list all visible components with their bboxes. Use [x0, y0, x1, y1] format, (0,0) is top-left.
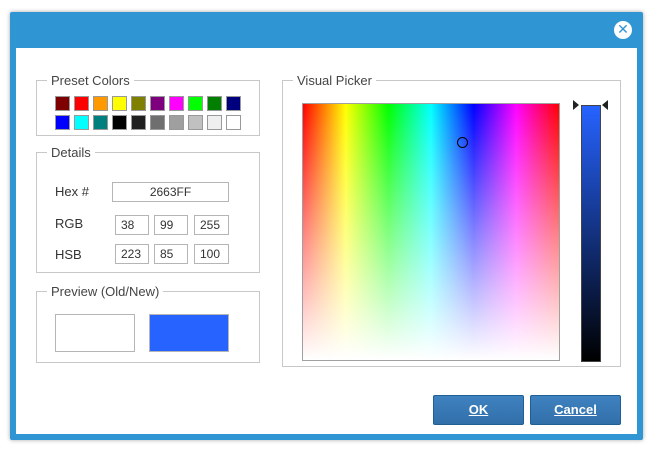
hex-label: Hex #	[55, 184, 89, 199]
preset-colors-legend: Preset Colors	[51, 73, 130, 88]
preset-swatch[interactable]	[188, 115, 203, 130]
hsb-label: HSB	[55, 247, 82, 262]
brightness-slider[interactable]	[581, 105, 601, 362]
old-color-preview	[55, 314, 135, 352]
visual-picker-group: Visual Picker	[282, 73, 621, 367]
saturation-input[interactable]: 85	[154, 244, 188, 264]
rgb-label: RGB	[55, 216, 84, 231]
brightness-slider-left-arrow-icon[interactable]	[573, 100, 579, 110]
preset-swatch[interactable]	[131, 115, 146, 130]
new-color-preview	[149, 314, 229, 352]
preset-swatch[interactable]	[74, 96, 89, 111]
preset-swatch[interactable]	[150, 96, 165, 111]
preset-swatch[interactable]	[112, 115, 127, 130]
brightness-input[interactable]: 100	[194, 244, 229, 264]
preset-swatch[interactable]	[93, 96, 108, 111]
dialog-titlebar[interactable]: ✕	[10, 12, 643, 48]
green-input[interactable]: 99	[154, 215, 188, 235]
preset-swatch[interactable]	[169, 96, 184, 111]
preset-swatch[interactable]	[93, 115, 108, 130]
details-group: Details Hex # 2663FF RGB 38 99 255 HSB 2…	[36, 145, 260, 273]
color-spectrum[interactable]	[302, 103, 560, 361]
preset-swatch[interactable]	[150, 115, 165, 130]
preset-swatch[interactable]	[207, 115, 222, 130]
close-icon[interactable]: ✕	[614, 21, 632, 39]
preset-swatch[interactable]	[55, 96, 70, 111]
dialog-body: Preset Colors Details Hex # 2663FF RGB 3…	[16, 48, 637, 434]
preview-group: Preview (Old/New)	[36, 284, 260, 363]
preset-swatch[interactable]	[169, 115, 184, 130]
preset-swatch[interactable]	[226, 96, 241, 111]
color-picker-dialog: ✕ Preset Colors Details Hex # 2663FF RGB…	[10, 12, 643, 440]
preset-swatch[interactable]	[112, 96, 127, 111]
visual-picker-legend: Visual Picker	[297, 73, 372, 88]
details-legend: Details	[51, 145, 91, 160]
hue-input[interactable]: 223	[115, 244, 149, 264]
preset-swatch[interactable]	[188, 96, 203, 111]
preset-swatch[interactable]	[207, 96, 222, 111]
brightness-slider-right-arrow-icon[interactable]	[602, 100, 608, 110]
spectrum-cursor[interactable]	[457, 137, 468, 148]
cancel-button[interactable]: Cancel	[530, 395, 621, 425]
ok-button[interactable]: OK	[433, 395, 524, 425]
preset-colors-group: Preset Colors	[36, 73, 260, 136]
preview-legend: Preview (Old/New)	[51, 284, 160, 299]
preset-swatch[interactable]	[55, 115, 70, 130]
blue-input[interactable]: 255	[194, 215, 229, 235]
preset-swatch[interactable]	[74, 115, 89, 130]
red-input[interactable]: 38	[115, 215, 149, 235]
preset-swatch[interactable]	[226, 115, 241, 130]
hex-input[interactable]: 2663FF	[112, 182, 229, 202]
preset-swatch[interactable]	[131, 96, 146, 111]
